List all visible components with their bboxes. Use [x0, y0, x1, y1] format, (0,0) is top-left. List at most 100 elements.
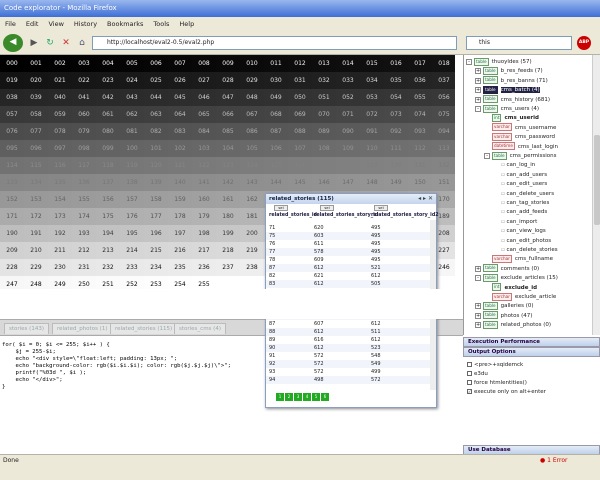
tree-toggle-icon[interactable]: + — [475, 265, 481, 272]
output-options-header[interactable]: Output Options — [463, 347, 600, 357]
column-header-id[interactable]: related_stories_id — [269, 211, 317, 220]
tab-stories-cms[interactable]: stories_cms (4) — [174, 323, 226, 334]
grid-cell: 085 — [216, 123, 240, 140]
pager-page[interactable]: 6 — [321, 393, 329, 401]
table-row[interactable]: 87 612 521 — [266, 264, 436, 272]
table-cell: 612 — [371, 273, 381, 279]
table-row[interactable]: 89 616 612 — [266, 336, 436, 344]
option-checkbox[interactable] — [467, 380, 472, 385]
grid-cell: 172 — [24, 208, 48, 225]
output-option[interactable]: e3du — [467, 370, 488, 378]
table-cell: 495 — [371, 257, 381, 263]
forward-arrow-icon[interactable]: ▶ — [26, 35, 42, 51]
table-row[interactable]: 92 572 549 — [266, 360, 436, 368]
pager-page[interactable]: 1 — [276, 393, 284, 401]
menu-file[interactable]: File — [0, 17, 21, 31]
tab-stories[interactable]: stories (143) — [4, 323, 49, 334]
grid-cell: 155 — [72, 191, 96, 208]
table-row[interactable]: 83 612 505 — [266, 280, 436, 288]
grid-cell: 079 — [72, 123, 96, 140]
grid-cell: 107 — [288, 140, 312, 157]
table-row[interactable]: 91 572 548 — [266, 352, 436, 360]
column-header-story-id2[interactable]: related_stories_story_id2 — [371, 211, 439, 220]
column-type-badge: int — [492, 113, 502, 122]
tree-item[interactable]: table related_photos (0) — [483, 320, 551, 330]
grid-cell: 042 — [96, 89, 120, 106]
grid-cell: 140 — [168, 174, 192, 191]
dialog-controls[interactable]: ◂ ▸ ✕ — [418, 195, 433, 202]
pager-page[interactable]: 4 — [303, 393, 311, 401]
adblock-icon[interactable]: ABP — [577, 36, 591, 50]
grid-cell: 025 — [144, 72, 168, 89]
table-row[interactable]: 76 611 495 — [266, 240, 436, 248]
table-row[interactable]: 82 621 612 — [266, 272, 436, 280]
output-option[interactable]: ✓ execute only on alt+enter — [467, 388, 546, 396]
tree-toggle-icon[interactable]: + — [475, 77, 481, 84]
grid-cell: 028 — [216, 72, 240, 89]
tree-toggle-icon[interactable]: + — [475, 68, 481, 75]
table-row[interactable]: 78 609 495 — [266, 256, 436, 264]
option-label: execute only on alt+enter — [474, 389, 546, 395]
option-checkbox[interactable] — [467, 371, 472, 376]
grid-cell: 078 — [48, 123, 72, 140]
pager-page[interactable]: 5 — [312, 393, 320, 401]
execution-performance-header[interactable]: Execution Performance — [463, 337, 600, 347]
table-cell: 83 — [269, 281, 276, 287]
url-input[interactable]: http://localhost/eval2-0.5/eval2.php — [92, 36, 457, 50]
output-option[interactable]: force htmlentities() — [467, 379, 527, 387]
grid-cell: 075 — [432, 106, 455, 123]
tree-toggle-icon[interactable]: - — [466, 59, 472, 65]
option-checkbox[interactable]: ✓ — [467, 389, 472, 394]
table-row[interactable]: 93 572 499 — [266, 368, 436, 376]
table-row[interactable]: 88 612 511 — [266, 328, 436, 336]
table-row[interactable]: 94 498 572 — [266, 376, 436, 384]
tree-item-label: can_delete_users — [506, 190, 555, 197]
menu-help[interactable]: Help — [174, 17, 199, 31]
column-header-story-id[interactable]: related_stories_story_id — [314, 211, 378, 220]
pager-page[interactable]: 3 — [294, 393, 302, 401]
grid-cell: 087 — [264, 123, 288, 140]
table-cell: 498 — [314, 377, 324, 383]
tree-toggle-icon[interactable]: + — [475, 303, 481, 310]
table-row[interactable]: 87 607 612 — [266, 320, 436, 328]
tree-toggle-icon[interactable]: - — [475, 106, 481, 112]
table-cell: 521 — [371, 265, 381, 271]
grid-cell: 063 — [144, 106, 168, 123]
table-row[interactable]: 71 620 495 — [266, 224, 436, 232]
table-row[interactable]: 90 612 523 — [266, 344, 436, 352]
grid-cell: 047 — [216, 89, 240, 106]
stop-icon[interactable]: ✕ — [58, 35, 74, 51]
menu-history[interactable]: History — [69, 17, 102, 31]
tree-toggle-icon[interactable]: - — [475, 275, 481, 282]
tree-toggle-icon[interactable]: + — [475, 322, 481, 329]
menu-edit[interactable]: Edit — [21, 17, 44, 31]
tab-related-photos[interactable]: related_photos (1) — [52, 323, 113, 334]
pager-page[interactable]: 2 — [285, 393, 293, 401]
menu-tools[interactable]: Tools — [148, 17, 174, 31]
tree-toggle-icon[interactable]: - — [484, 153, 490, 159]
tree-scrollbar[interactable] — [592, 55, 600, 335]
grid-cell: 034 — [360, 72, 384, 89]
reload-icon[interactable]: ↻ — [42, 35, 58, 51]
table-row[interactable]: 77 578 495 — [266, 248, 436, 256]
table-cell: 612 — [314, 265, 324, 271]
tree-scroll-thumb[interactable] — [594, 135, 600, 225]
grid-cell: 158 — [144, 191, 168, 208]
search-input[interactable]: this — [466, 36, 572, 50]
error-count[interactable]: ● 1 Error — [540, 455, 568, 467]
tree-toggle-icon[interactable]: + — [475, 312, 481, 319]
table-row[interactable]: 75 603 495 — [266, 232, 436, 240]
back-arrow-icon[interactable]: ◀ — [3, 34, 23, 52]
tree-item-label: thuoyldes (57) — [491, 59, 532, 65]
menu-view[interactable]: View — [43, 17, 68, 31]
output-option[interactable]: <pre>+sqidemck — [467, 361, 523, 369]
tab-related-stories[interactable]: related_stories (115) — [110, 323, 178, 334]
option-checkbox[interactable] — [467, 362, 472, 367]
menu-bookmarks[interactable]: Bookmarks — [102, 17, 148, 31]
tree-toggle-icon[interactable]: + — [475, 96, 481, 103]
tree-toggle-icon[interactable]: + — [475, 87, 481, 94]
grid-cell: 035 — [384, 72, 408, 89]
grid-cell: 068 — [264, 106, 288, 123]
grid-cell: 067 — [240, 106, 264, 123]
home-icon[interactable]: ⌂ — [74, 35, 90, 51]
